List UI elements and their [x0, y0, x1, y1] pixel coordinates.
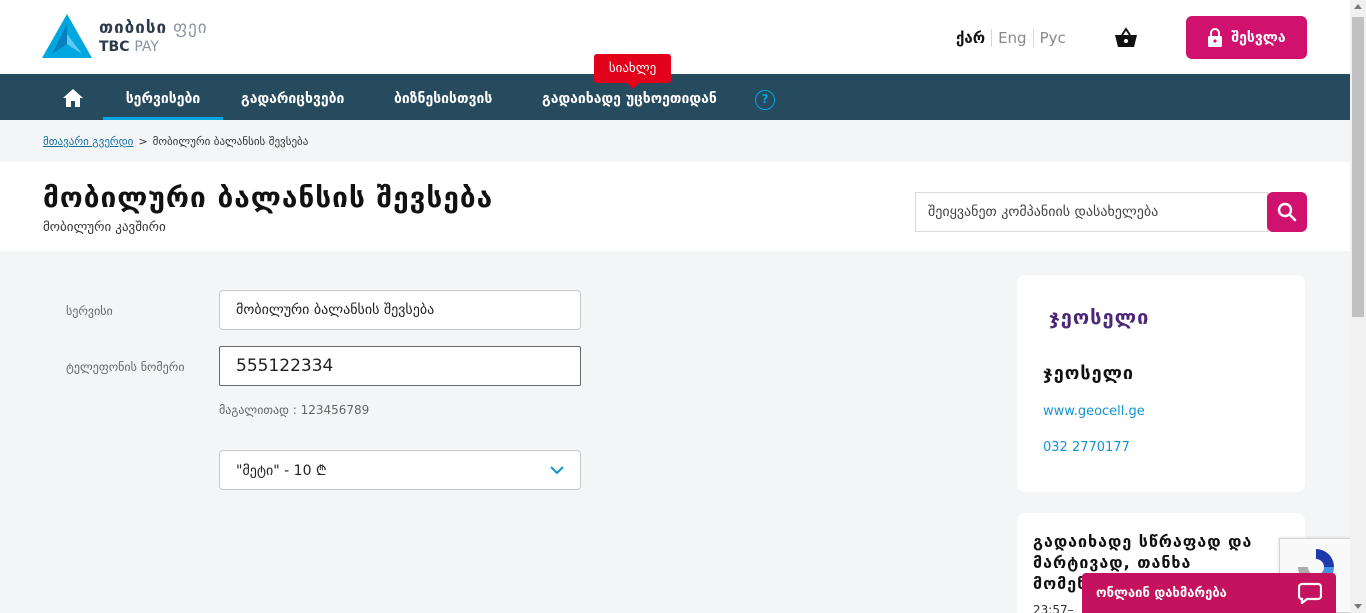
company-name: ჯეოსელი — [1043, 363, 1135, 384]
tbc-pay-logo[interactable]: თიბისი ფეი TBC PAY — [42, 14, 242, 60]
company-logo: ჯეოსელი — [1049, 305, 1150, 329]
package-selected-value: "მეტი" - 10 ₾ — [236, 462, 327, 479]
page-title-bar: მობილური ბალანსის შევსება მობილური კავში… — [0, 162, 1350, 251]
page-title: მობილური ბალანსის შევსება — [43, 181, 494, 214]
search-icon — [1277, 202, 1297, 222]
help-icon[interactable]: ? — [755, 90, 775, 110]
service-label: სერვისი — [66, 304, 113, 318]
nav-item-services[interactable]: სერვისები — [103, 74, 223, 120]
lock-icon — [1208, 28, 1223, 47]
company-search-input[interactable] — [916, 193, 1267, 231]
company-card: ჯეოსელი ჯეოსელი www.geocell.ge 032 27701… — [1017, 275, 1305, 492]
login-button[interactable]: შესვლა — [1186, 16, 1307, 59]
chat-label: ონლაინ დახმარება — [1096, 585, 1227, 601]
company-phone-link[interactable]: 032 2770177 — [1043, 440, 1130, 455]
site-header: თიბისი ფეი TBC PAY ქარ Eng Рус შესვლა — [0, 0, 1350, 74]
scroll-down-arrow-icon[interactable] — [1354, 604, 1362, 609]
main-nav: სერვისები გადარიცხვები ბიზნესისთვის გადა… — [0, 74, 1350, 120]
promo-time: 23:57– — [1033, 603, 1074, 613]
lang-ka[interactable]: ქარ — [956, 29, 991, 47]
phone-label: ტელეფონის ნომერი — [66, 360, 185, 374]
phone-hint: მაგალითად : 123456789 — [219, 403, 370, 417]
nav-item-transfers[interactable]: გადარიცხვები — [241, 74, 344, 120]
lang-ru[interactable]: Рус — [1032, 29, 1072, 47]
breadcrumb-current: მობილური ბალანსის შევსება — [152, 135, 309, 148]
breadcrumb-separator: > — [138, 135, 148, 148]
chevron-down-icon — [550, 465, 564, 474]
home-icon[interactable] — [62, 88, 84, 108]
service-field: მობილური ბალანსის შევსება — [219, 290, 581, 330]
online-help-chat-button[interactable]: ონლაინ დახმარება — [1082, 573, 1336, 613]
logo-icon — [42, 14, 92, 58]
chat-bubble-icon — [1298, 582, 1322, 604]
scrollbar-thumb[interactable] — [1352, 17, 1364, 317]
company-website-link[interactable]: www.geocell.ge — [1043, 404, 1145, 419]
login-label: შესვლა — [1231, 29, 1286, 46]
logo-line2: TBC PAY — [99, 39, 159, 55]
breadcrumb: მთავარი გვერდი > მობილური ბალანსის შევსე… — [43, 135, 308, 148]
logo-line1: თიბისი ფეი — [99, 18, 208, 38]
lang-en[interactable]: Eng — [991, 29, 1033, 47]
package-select[interactable]: "მეტი" - 10 ₾ — [219, 450, 581, 490]
service-value: მობილური ბალანსის შევსება — [236, 302, 435, 318]
breadcrumb-home-link[interactable]: მთავარი გვერდი — [43, 135, 133, 148]
company-search-box — [915, 192, 1268, 232]
phone-input[interactable] — [236, 356, 564, 376]
search-button[interactable] — [1267, 192, 1307, 232]
phone-field — [219, 346, 581, 386]
cart-icon[interactable] — [1114, 27, 1138, 49]
language-switcher: ქარ Eng Рус — [956, 29, 1072, 47]
page-subtitle: მობილური კავშირი — [43, 220, 166, 235]
nav-item-business[interactable]: ბიზნესისთვის — [394, 74, 492, 120]
new-badge: სიახლე — [594, 54, 671, 89]
page-scrollbar[interactable] — [1350, 0, 1366, 613]
scroll-up-arrow-icon[interactable] — [1354, 4, 1362, 9]
